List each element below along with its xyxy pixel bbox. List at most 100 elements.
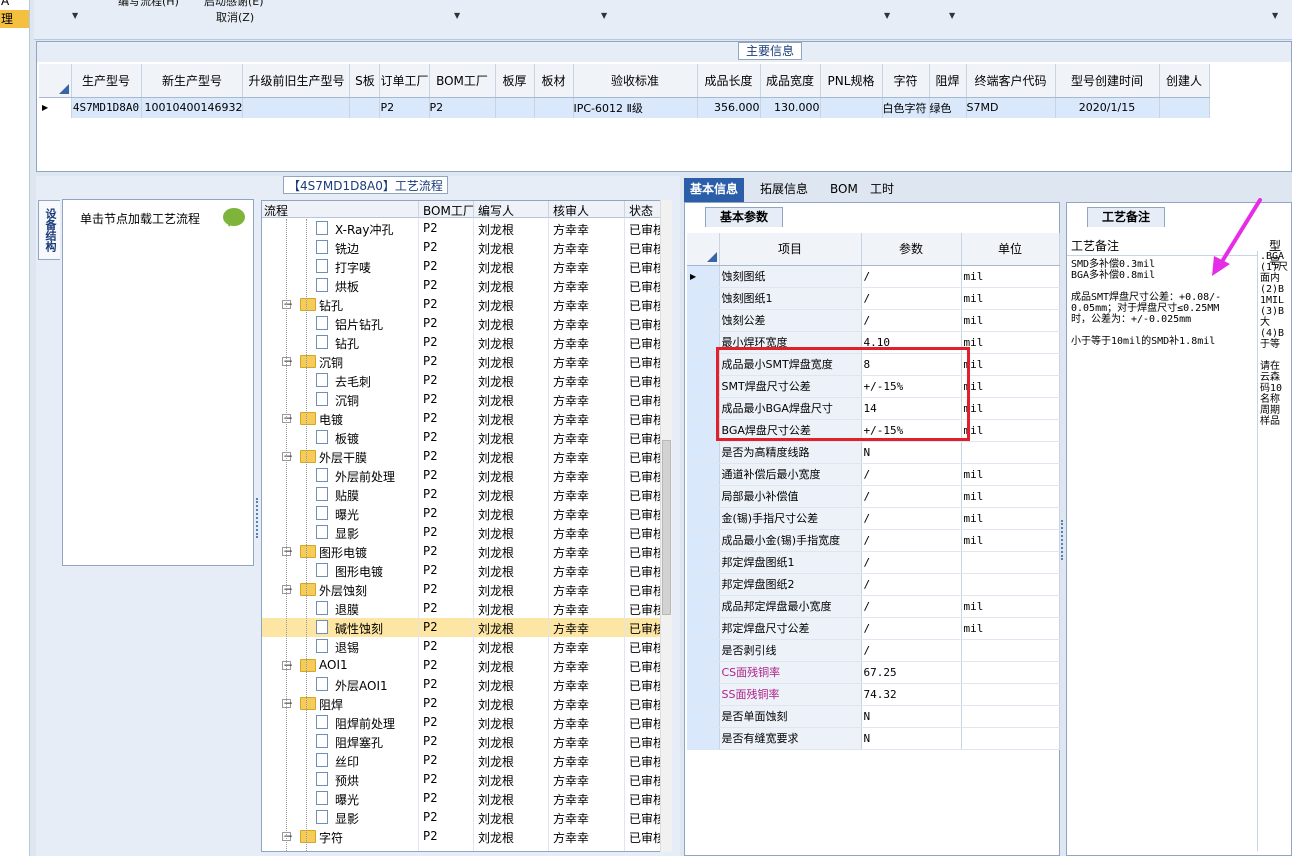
flow-step-name[interactable]: 外层蚀刻 — [319, 582, 367, 599]
tree-item-row[interactable]: 去毛刺 P2 刘龙根 方幸幸 已审核 — [262, 371, 670, 390]
column-header[interactable]: 板厚 — [495, 64, 535, 98]
grid-cell[interactable]: S7MD — [966, 97, 1056, 118]
tab-basic-params[interactable]: 基本参数 — [705, 207, 784, 227]
param-unit[interactable]: mil — [961, 287, 1060, 310]
tab-hours[interactable]: 工时 — [864, 178, 900, 202]
flow-step-name[interactable]: 去毛刺 — [335, 373, 371, 390]
column-header[interactable]: 成品长度 — [697, 64, 761, 98]
column-header[interactable]: 成品宽度 — [760, 64, 821, 98]
row-indicator[interactable] — [687, 287, 720, 310]
param-value[interactable]: / — [861, 529, 962, 552]
tree-item-row[interactable]: 图形电镀 P2 刘龙根 方幸幸 已审核 — [262, 561, 670, 580]
column-header[interactable]: S板 — [349, 64, 381, 98]
column-header[interactable]: 字符 — [882, 64, 930, 98]
tree-folder-row[interactable]: − AOI1 P2 刘龙根 方幸幸 已审核 — [262, 656, 670, 675]
tree-item-row[interactable]: 阻焊前处理 P2 刘龙根 方幸幸 已审核 — [262, 713, 670, 732]
param-unit[interactable]: mil — [961, 419, 1060, 442]
chevron-down-icon[interactable]: ▼ — [884, 11, 890, 20]
column-header[interactable]: 编写人 — [478, 202, 514, 219]
grid-cell[interactable]: 2020/1/15 — [1055, 97, 1160, 118]
column-header[interactable]: 板材 — [534, 64, 574, 98]
tab-craft-notes[interactable]: 工艺备注 — [1087, 207, 1166, 227]
param-unit[interactable]: mil — [961, 485, 1060, 508]
param-value[interactable]: / — [861, 507, 962, 530]
param-unit[interactable] — [961, 639, 1060, 662]
splitter-handle[interactable] — [1061, 520, 1065, 560]
tree-folder-row[interactable]: − 字符 P2 刘龙根 方幸幸 已审核 — [262, 827, 670, 846]
tree-item-row[interactable]: 退锡 P2 刘龙根 方幸幸 已审核 — [262, 637, 670, 656]
param-unit[interactable] — [961, 705, 1060, 728]
row-indicator[interactable] — [687, 441, 720, 464]
column-header[interactable]: 核审人 — [553, 202, 589, 219]
chevron-down-icon[interactable]: ▼ — [454, 11, 460, 20]
row-indicator[interactable] — [687, 573, 720, 596]
column-header[interactable]: 流程 — [264, 202, 288, 219]
row-indicator[interactable] — [687, 661, 720, 684]
param-row[interactable]: 成品邦定焊盘最小宽度 / mil — [687, 595, 1060, 618]
param-unit[interactable]: mil — [961, 595, 1060, 618]
grid-cell[interactable] — [495, 97, 535, 118]
toolbar-item-write-flow[interactable]: 编写流程(H) — [118, 0, 179, 9]
row-indicator[interactable]: ▶ — [687, 265, 720, 288]
tree-folder-row[interactable]: − 外层蚀刻 P2 刘龙根 方幸幸 已审核 — [262, 580, 670, 599]
param-unit[interactable]: mil — [961, 331, 1060, 354]
tree-item-row[interactable]: 外层前处理 P2 刘龙根 方幸幸 已审核 — [262, 466, 670, 485]
flow-step-name[interactable]: 显影 — [335, 810, 359, 827]
grid-cell[interactable] — [1159, 97, 1210, 118]
row-indicator[interactable] — [687, 485, 720, 508]
tree-item-row[interactable]: 退膜 P2 刘龙根 方幸幸 已审核 — [262, 599, 670, 618]
flow-step-name[interactable]: AOI1 — [319, 658, 348, 672]
row-indicator[interactable] — [687, 331, 720, 354]
row-indicator[interactable] — [687, 617, 720, 640]
param-row[interactable]: 金(锡)手指尺寸公差 / mil — [687, 507, 1060, 530]
tree-folder-row[interactable]: − 沉铜 P2 刘龙根 方幸幸 已审核 — [262, 352, 670, 371]
flow-step-name[interactable]: 预烘 — [335, 772, 359, 789]
flow-step-name[interactable]: 显影 — [335, 525, 359, 542]
flow-step-name[interactable]: 退锡 — [335, 639, 359, 656]
param-row[interactable]: 是否单面蚀刻 N — [687, 705, 1060, 728]
column-header[interactable]: 升级前旧生产型号 — [242, 64, 351, 98]
tree-item-row[interactable]: X-Ray冲孔 P2 刘龙根 方幸幸 已审核 — [262, 219, 670, 238]
column-header[interactable]: BOM工厂 — [429, 64, 496, 98]
param-row[interactable]: 蚀刻公差 / mil — [687, 309, 1060, 332]
tree-item-row[interactable]: 贴膜 P2 刘龙根 方幸幸 已审核 — [262, 485, 670, 504]
param-row[interactable]: CS面残铜率 67.25 — [687, 661, 1060, 684]
param-row[interactable]: 邦定焊盘图纸1/ — [687, 551, 1060, 574]
toolbar-item-start[interactable]: 启动感谢(E) — [204, 0, 264, 9]
grid-cell[interactable]: 130.000 — [760, 97, 821, 118]
flow-step-name[interactable]: 沉铜 — [335, 392, 359, 409]
tab-extended[interactable]: 拓展信息 — [754, 178, 814, 202]
row-indicator[interactable] — [687, 353, 720, 376]
param-value[interactable]: 74.32 — [861, 683, 962, 706]
grid-cell[interactable] — [820, 97, 883, 118]
row-indicator[interactable]: ▶ — [39, 97, 72, 118]
flow-step-name[interactable]: 板镀 — [335, 430, 359, 447]
flow-step-name[interactable]: 贴膜 — [335, 487, 359, 504]
param-value[interactable]: / — [861, 265, 962, 288]
param-value[interactable]: / — [861, 463, 962, 486]
param-value[interactable]: / — [861, 551, 962, 574]
column-header[interactable]: 终端客户代码 — [966, 64, 1056, 98]
flow-step-name[interactable]: 阻焊前处理 — [335, 715, 395, 732]
param-value[interactable]: / — [861, 287, 962, 310]
grid-cell[interactable] — [242, 97, 351, 118]
column-header[interactable]: 参数 — [861, 233, 962, 266]
grid-cell[interactable]: P2 — [429, 97, 496, 118]
tree-item-row[interactable]: 铝片钻孔 P2 刘龙根 方幸幸 已审核 — [262, 314, 670, 333]
flow-step-name[interactable]: 阻焊塞孔 — [335, 734, 383, 751]
column-header[interactable]: 生产型号 — [71, 64, 142, 98]
param-row[interactable]: 邦定焊盘尺寸公差 / mil — [687, 617, 1060, 640]
chat-bubble-icon[interactable] — [223, 208, 245, 227]
param-value[interactable]: / — [861, 617, 962, 640]
chevron-down-icon[interactable]: ▼ — [72, 11, 78, 20]
left-nav-item-selected[interactable]: 理 — [0, 10, 29, 28]
flow-step-name[interactable]: 外层前处理 — [335, 468, 395, 485]
tree-folder-row[interactable]: − 钻孔 P2 刘龙根 方幸幸 已审核 — [262, 295, 670, 314]
grid-cell[interactable]: 绿色 — [929, 97, 967, 118]
splitter-handle[interactable] — [256, 498, 260, 538]
model-notes-text[interactable]: .BGA (1)尺 面内 (2)B 1MIL (3)B 大 (4)B 于等 请在 云森 码10 名称 周期… — [1257, 251, 1292, 851]
column-header[interactable]: 新生产型号 — [141, 64, 244, 98]
tree-folder-row[interactable]: − 阻焊 P2 刘龙根 方幸幸 已审核 — [262, 694, 670, 713]
param-row[interactable]: 通道补偿后最小宽度 / mil — [687, 463, 1060, 486]
param-value[interactable]: N — [861, 705, 962, 728]
